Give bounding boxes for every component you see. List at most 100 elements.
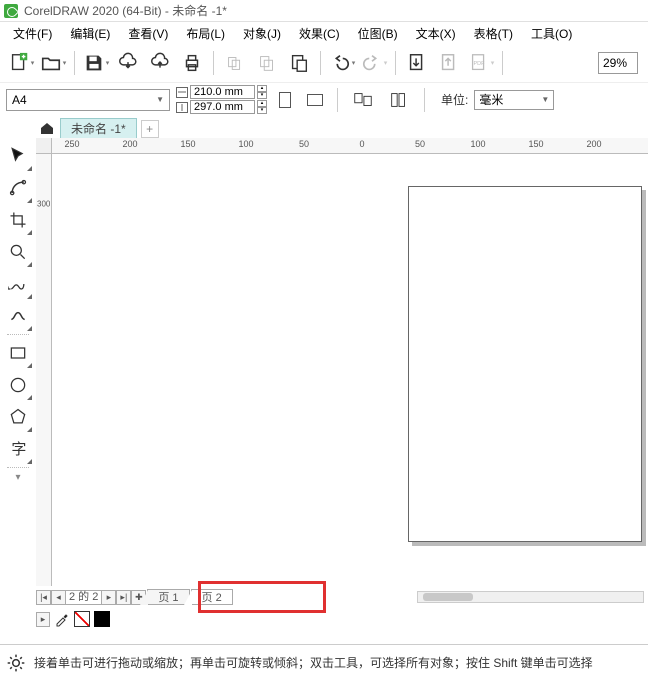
document-tab-label: 未命名 -1*: [71, 120, 126, 137]
next-page-button[interactable]: ▸: [101, 590, 116, 605]
landscape-button[interactable]: [303, 88, 327, 112]
import-button[interactable]: [402, 48, 432, 78]
crop-tool[interactable]: [3, 204, 33, 236]
prev-page-button[interactable]: ◂: [51, 590, 66, 605]
shape-tool[interactable]: [3, 172, 33, 204]
last-page-button[interactable]: ▸|: [116, 590, 131, 605]
gear-icon[interactable]: [6, 653, 26, 673]
menu-bar: 文件(F) 编辑(E) 查看(V) 布局(L) 对象(J) 效果(C) 位图(B…: [0, 22, 648, 44]
menu-text[interactable]: 文本(X): [411, 23, 461, 44]
ruler-tick: 150: [180, 139, 195, 149]
pick-tool[interactable]: [3, 140, 33, 172]
page[interactable]: [408, 186, 642, 542]
open-button[interactable]: ▾: [38, 48, 68, 78]
status-bar: 接着单击可进行拖动或缩放；再单击可旋转或倾斜；双击工具，可选择所有对象；按住 S…: [0, 644, 648, 680]
cloud-down-button[interactable]: [113, 48, 143, 78]
no-color-swatch[interactable]: [74, 611, 90, 627]
ruler-tick: 200: [586, 139, 601, 149]
ruler-tick: 250: [64, 139, 79, 149]
zoom-tool[interactable]: [3, 236, 33, 268]
ruler-tick: 50: [299, 139, 309, 149]
page-layout2-button[interactable]: [384, 85, 414, 115]
color-scroll-right[interactable]: ▸: [36, 612, 50, 627]
export-button[interactable]: [434, 48, 464, 78]
svg-text:PDF: PDF: [473, 61, 485, 67]
freehand-tool[interactable]: [3, 268, 33, 300]
page-layout-button[interactable]: [348, 85, 378, 115]
add-document-tab[interactable]: +: [141, 120, 159, 138]
property-bar: A4 ▼ ▴▾ ▴▾ 单位: 毫米 ▼: [0, 82, 648, 116]
page-width-input[interactable]: [190, 85, 255, 99]
paste-button[interactable]: [284, 48, 314, 78]
status-text: 接着单击可进行拖动或缩放；再单击可旋转或倾斜；双击工具，可选择所有对象；按住 S…: [34, 654, 593, 671]
ruler-tick: 100: [238, 139, 253, 149]
page-counter: 2 的 2: [66, 590, 101, 605]
workspace: 字 ▾ 250 200 150 100 50 0 50 100 150 200 …: [0, 138, 648, 586]
unit-select[interactable]: 毫米 ▼: [474, 90, 554, 110]
unit-value: 毫米: [479, 91, 503, 108]
chevron-down-icon: ▼: [541, 95, 549, 104]
menu-object[interactable]: 对象(J): [238, 23, 286, 44]
canvas-area[interactable]: 250 200 150 100 50 0 50 100 150 200 300: [36, 138, 648, 586]
scrollbar-thumb[interactable]: [423, 593, 473, 601]
redo-button[interactable]: ▾: [359, 48, 389, 78]
menu-table[interactable]: 表格(T): [469, 23, 518, 44]
black-swatch[interactable]: [94, 611, 110, 627]
ruler-tick: 200: [122, 139, 137, 149]
menu-layout[interactable]: 布局(L): [181, 23, 230, 44]
page-tab-label: 页 1: [158, 589, 178, 605]
color-bar: ▸: [0, 608, 648, 630]
app-icon: [4, 4, 18, 18]
page-navigator: |◂ ◂ 2 的 2 ▸ ▸| ✚ 页 1 页 2: [0, 586, 648, 608]
toolbox: 字 ▾: [0, 138, 36, 586]
menu-edit[interactable]: 编辑(E): [65, 23, 115, 44]
ruler-origin[interactable]: [36, 138, 52, 154]
ruler-tick: 100: [470, 139, 485, 149]
document-tab[interactable]: 未命名 -1*: [60, 118, 137, 138]
save-button[interactable]: ▾: [81, 48, 111, 78]
menu-effects[interactable]: 效果(C): [294, 23, 345, 44]
menu-view[interactable]: 查看(V): [123, 23, 173, 44]
ruler-tick: 300: [37, 200, 49, 209]
cut-button[interactable]: [220, 48, 250, 78]
ruler-tick: 150: [528, 139, 543, 149]
cloud-up-button[interactable]: [145, 48, 175, 78]
publish-pdf-button[interactable]: PDF▾: [466, 48, 496, 78]
new-button[interactable]: ▾: [6, 48, 36, 78]
page-tab-2[interactable]: 页 2: [191, 589, 233, 605]
title-bar: CorelDRAW 2020 (64-Bit) - 未命名 -1*: [0, 0, 648, 22]
portrait-button[interactable]: [273, 88, 297, 112]
standard-toolbar: ▾ ▾ ▾ ▾ ▾ PDF▾: [0, 44, 648, 82]
first-page-button[interactable]: |◂: [36, 590, 51, 605]
document-tabs: 未命名 -1* +: [0, 116, 648, 138]
paper-size-value: A4: [12, 93, 27, 107]
ruler-vertical[interactable]: 300: [36, 154, 52, 586]
print-button[interactable]: [177, 48, 207, 78]
artistic-media-tool[interactable]: [3, 300, 33, 332]
menu-tools[interactable]: 工具(O): [526, 23, 577, 44]
copy-button[interactable]: [252, 48, 282, 78]
menu-file[interactable]: 文件(F): [8, 23, 57, 44]
height-icon: [176, 102, 188, 113]
page-height-input[interactable]: [190, 100, 255, 114]
menu-bitmaps[interactable]: 位图(B): [353, 23, 403, 44]
canvas[interactable]: [52, 154, 648, 586]
zoom-input[interactable]: [598, 52, 638, 74]
toolbox-expand[interactable]: ▾: [3, 470, 33, 484]
text-tool[interactable]: 字: [3, 433, 33, 465]
chevron-down-icon: ▼: [156, 95, 164, 104]
polygon-tool[interactable]: [3, 401, 33, 433]
rectangle-tool[interactable]: [3, 337, 33, 369]
svg-text:字: 字: [11, 441, 26, 458]
undo-button[interactable]: ▾: [327, 48, 357, 78]
ruler-horizontal[interactable]: 250 200 150 100 50 0 50 100 150 200: [52, 138, 648, 154]
paper-size-select[interactable]: A4 ▼: [6, 89, 170, 111]
ellipse-tool[interactable]: [3, 369, 33, 401]
eyedropper-icon[interactable]: [54, 611, 70, 627]
horizontal-scrollbar[interactable]: [417, 591, 644, 603]
width-spinner[interactable]: ▴▾: [257, 85, 267, 99]
home-tab[interactable]: [36, 118, 58, 138]
width-icon: [176, 87, 188, 98]
page-tab-label: 页 2: [202, 589, 222, 605]
height-spinner[interactable]: ▴▾: [257, 100, 267, 114]
